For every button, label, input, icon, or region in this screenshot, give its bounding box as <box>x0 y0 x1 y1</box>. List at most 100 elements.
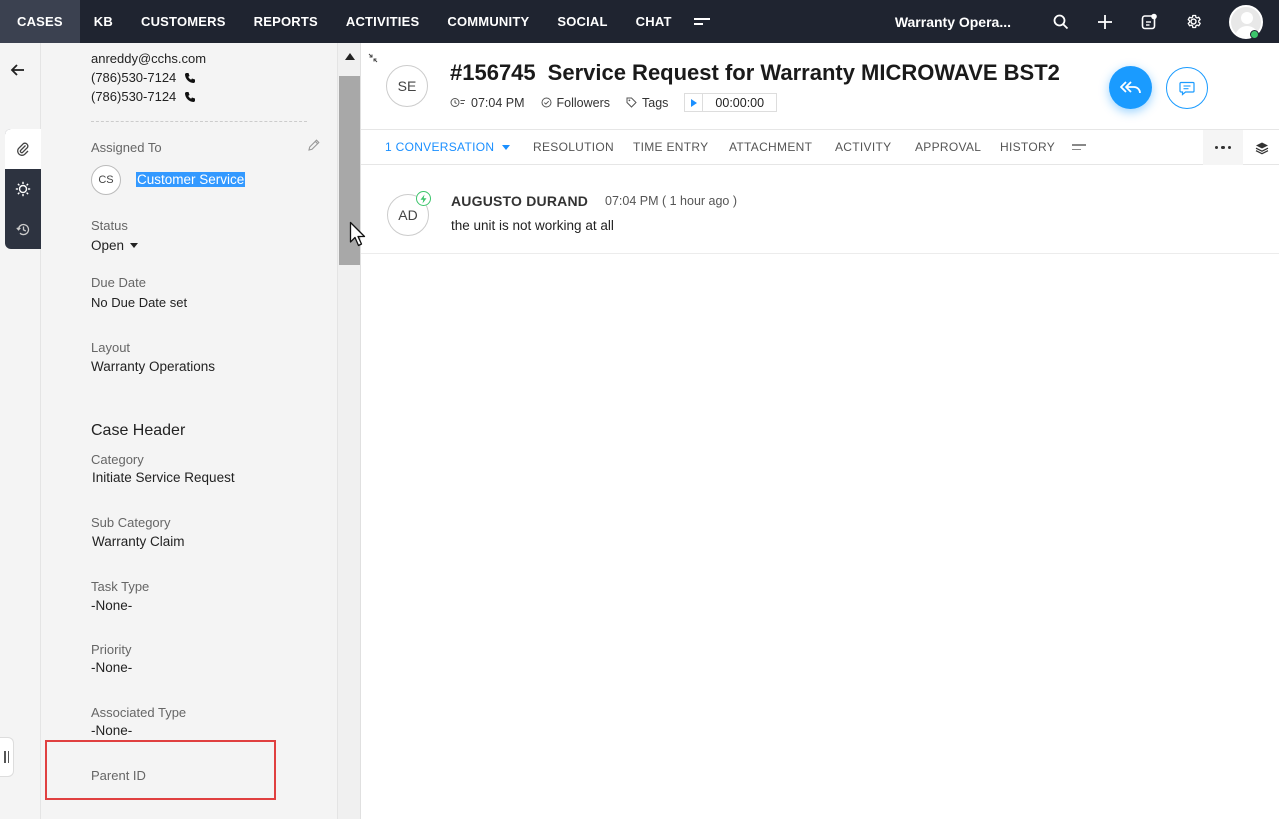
more-tabs-icon[interactable] <box>693 15 710 28</box>
conversation-thread[interactable]: AD AUGUSTO DURAND 07:04 PM ( 1 hour ago … <box>361 166 1279 254</box>
contact-mobile: (786)530-7124 <box>91 89 196 104</box>
assigned-to-label: Assigned To <box>91 140 162 155</box>
case-time: 07:04 PM <box>450 96 525 110</box>
panel-resize-handle[interactable] <box>0 737 14 777</box>
section-title: Case Header <box>91 422 186 439</box>
field-value-task-type[interactable]: -None- <box>91 598 132 613</box>
field-label-sub-category: Sub Category <box>91 515 171 530</box>
tab-attachment[interactable]: ATTACHMENT <box>729 140 812 154</box>
nav-tab-social[interactable]: SOCIAL <box>543 0 621 43</box>
pencil-icon[interactable] <box>307 138 321 157</box>
panel-scrollbar[interactable] <box>337 43 361 819</box>
tag-icon <box>626 97 637 108</box>
nav-tab-kb[interactable]: KB <box>80 0 127 43</box>
tab-resolution[interactable]: RESOLUTION <box>533 140 614 154</box>
tab-history[interactable]: HISTORY <box>1000 140 1055 154</box>
tags-button[interactable]: Tags <box>626 96 668 110</box>
vtab-details[interactable] <box>5 129 41 169</box>
assignee-name[interactable]: Customer Service <box>136 172 246 187</box>
field-label-task-type: Task Type <box>91 579 150 594</box>
status-dropdown[interactable]: Open <box>91 238 139 253</box>
field-label-category: Category <box>91 452 144 467</box>
nav-tab-chat[interactable]: CHAT <box>622 0 686 43</box>
assignee-avatar: CS <box>91 165 121 195</box>
field-value-category[interactable]: Initiate Service Request <box>92 470 235 485</box>
gear-icon[interactable] <box>1176 0 1210 43</box>
nav-tab-activities[interactable]: ACTIVITIES <box>332 0 434 43</box>
time-tracker: 00:00:00 <box>684 93 778 112</box>
online-status-dot <box>1250 30 1259 39</box>
more-icon[interactable] <box>1203 130 1243 165</box>
more-tabs-icon[interactable] <box>1072 144 1086 153</box>
tab-conversation[interactable]: 1 CONVERSATION <box>385 140 511 154</box>
thread-time: 07:04 PM ( 1 hour ago ) <box>605 194 738 208</box>
annotation-highlight-box <box>45 740 276 800</box>
contact-mobile-number[interactable]: (786)530-7124 <box>91 89 176 104</box>
left-strip <box>0 43 41 819</box>
phone-icon[interactable] <box>184 72 196 84</box>
compose-icon[interactable] <box>1132 0 1166 43</box>
layers-icon[interactable] <box>1245 130 1279 165</box>
field-value-associated-type[interactable]: -None- <box>91 723 132 738</box>
field-value-sub-category[interactable]: Warranty Claim <box>92 534 185 549</box>
field-value-priority[interactable]: -None- <box>91 660 132 675</box>
case-tabs: 1 CONVERSATION RESOLUTION TIME ENTRY ATT… <box>361 129 1279 165</box>
field-label-associated-type: Associated Type <box>91 705 187 720</box>
case-detail-panel: anreddy@cchs.com (786)530-7124 (786)530-… <box>41 43 337 819</box>
clock-icon <box>450 98 465 107</box>
case-number: #156745 <box>450 60 536 85</box>
comment-button[interactable] <box>1166 67 1208 109</box>
reply-all-button[interactable] <box>1109 66 1152 109</box>
requester-avatar[interactable]: SE <box>386 65 428 107</box>
nav-tab-cases[interactable]: CASES <box>0 0 80 43</box>
due-date-label: Due Date <box>91 275 146 290</box>
nav-tab-customers[interactable]: CUSTOMERS <box>127 0 240 43</box>
tags-label: Tags <box>642 95 669 110</box>
detail-view-tabs <box>5 129 41 249</box>
tab-conversation-label: 1 CONVERSATION <box>385 140 495 154</box>
lightning-icon <box>416 191 431 206</box>
due-date-value[interactable]: No Due Date set <box>91 295 187 310</box>
scroll-up-icon[interactable] <box>345 53 355 60</box>
chevron-down-icon <box>502 144 511 150</box>
history-icon <box>15 223 29 235</box>
followers-label: Followers <box>556 95 611 110</box>
search-icon[interactable] <box>1044 0 1078 43</box>
case-meta: 07:04 PM Followers Tags 00:00:00 <box>450 93 778 112</box>
collapse-icon[interactable] <box>368 50 378 68</box>
contact-email[interactable]: anreddy@cchs.com <box>91 51 206 66</box>
play-icon[interactable] <box>685 94 704 111</box>
case-main: SE #156745 Service Request for Warranty … <box>361 43 1279 819</box>
tab-time-entry[interactable]: TIME ENTRY <box>633 140 708 154</box>
check-circle-icon <box>541 97 552 108</box>
clip-icon <box>17 142 29 156</box>
phone-icon[interactable] <box>184 91 196 103</box>
nav-tab-reports[interactable]: REPORTS <box>240 0 332 43</box>
tab-activity[interactable]: ACTIVITY <box>835 140 891 154</box>
thread-message: the unit is not working at all <box>451 218 614 233</box>
back-arrow-icon[interactable] <box>9 62 27 83</box>
chevron-down-icon <box>130 243 139 248</box>
comment-icon <box>1179 81 1195 96</box>
contact-phone: (786)530-7124 <box>91 70 196 85</box>
vtab-suggestions[interactable] <box>5 169 41 209</box>
nav-tab-community[interactable]: COMMUNITY <box>433 0 543 43</box>
bulb-icon <box>15 181 31 197</box>
top-navigation: CASES KB CUSTOMERS REPORTS ACTIVITIES CO… <box>0 0 1279 43</box>
field-label-priority: Priority <box>91 642 132 657</box>
contact-phone-number[interactable]: (786)530-7124 <box>91 70 176 85</box>
thread-author[interactable]: AUGUSTO DURAND <box>451 193 588 209</box>
status-label: Status <box>91 218 128 233</box>
timer-value: 00:00:00 <box>715 95 765 110</box>
layout-value[interactable]: Warranty Operations <box>91 359 215 374</box>
followers-button[interactable]: Followers <box>541 95 611 110</box>
plus-icon[interactable] <box>1088 0 1122 43</box>
layout-label: Layout <box>91 340 131 355</box>
tab-approval[interactable]: APPROVAL <box>915 140 981 154</box>
case-title: #156745 Service Request for Warranty MIC… <box>450 60 1060 86</box>
mouse-cursor-icon <box>349 221 369 254</box>
case-subject: Service Request for Warranty MICROWAVE B… <box>547 60 1060 85</box>
vtab-history[interactable] <box>5 209 41 249</box>
department-switcher[interactable]: Warranty Opera... <box>895 14 1011 30</box>
divider <box>91 121 307 122</box>
